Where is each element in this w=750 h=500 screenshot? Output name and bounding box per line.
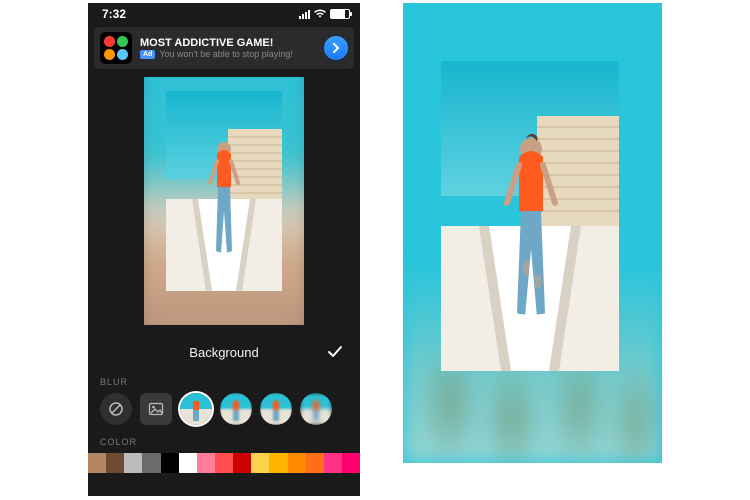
chevron-right-icon <box>331 43 341 53</box>
color-swatch-4[interactable] <box>161 453 179 473</box>
ad-banner[interactable]: MOST ADDICTIVE GAME! Ad You won't be abl… <box>94 27 354 69</box>
ad-description: You won't be able to stop playing! <box>159 49 292 59</box>
battery-icon <box>330 9 350 19</box>
ad-title: MOST ADDICTIVE GAME! <box>140 37 316 49</box>
wifi-icon <box>314 9 326 19</box>
blur-image-button[interactable] <box>140 393 172 425</box>
output-preview <box>403 3 662 463</box>
color-swatch-10[interactable] <box>269 453 287 473</box>
color-swatches <box>88 453 360 473</box>
color-swatch-13[interactable] <box>324 453 342 473</box>
blur-section-label: BLUR <box>100 377 360 387</box>
cellular-signal-icon <box>299 10 310 19</box>
color-swatch-2[interactable] <box>124 453 142 473</box>
color-swatch-14[interactable] <box>342 453 360 473</box>
tool-title: Background <box>189 345 258 360</box>
status-time: 7:32 <box>102 7 126 21</box>
confirm-button[interactable] <box>324 341 346 363</box>
ad-app-icon <box>100 32 132 64</box>
color-swatch-3[interactable] <box>142 453 160 473</box>
color-swatch-9[interactable] <box>251 453 269 473</box>
phone-screen: 7:32 MOST ADDICTIVE GAME! Ad You won't b… <box>88 3 360 496</box>
color-swatch-12[interactable] <box>306 453 324 473</box>
tool-title-row: Background <box>88 339 360 365</box>
canvas-photo[interactable] <box>166 91 282 291</box>
ad-go-button[interactable] <box>324 36 348 60</box>
blur-level-3[interactable] <box>260 393 292 425</box>
blur-level-4[interactable] <box>300 393 332 425</box>
ad-text: MOST ADDICTIVE GAME! Ad You won't be abl… <box>140 37 316 59</box>
image-icon <box>148 401 164 417</box>
none-icon <box>108 401 124 417</box>
color-swatch-1[interactable] <box>106 453 124 473</box>
editor-canvas[interactable] <box>144 77 304 325</box>
ad-badge: Ad <box>140 50 155 59</box>
checkmark-icon <box>326 343 344 361</box>
blur-options <box>88 393 360 425</box>
color-swatch-6[interactable] <box>197 453 215 473</box>
color-swatch-5[interactable] <box>179 453 197 473</box>
blur-none-button[interactable] <box>100 393 132 425</box>
status-indicators <box>299 9 350 19</box>
preview-photo <box>441 61 619 371</box>
blur-level-2[interactable] <box>220 393 252 425</box>
color-swatch-8[interactable] <box>233 453 251 473</box>
color-section-label: COLOR <box>100 437 360 447</box>
status-bar: 7:32 <box>88 3 360 25</box>
blur-level-1[interactable] <box>180 393 212 425</box>
color-swatch-11[interactable] <box>288 453 306 473</box>
color-swatch-7[interactable] <box>215 453 233 473</box>
color-swatch-0[interactable] <box>88 453 106 473</box>
